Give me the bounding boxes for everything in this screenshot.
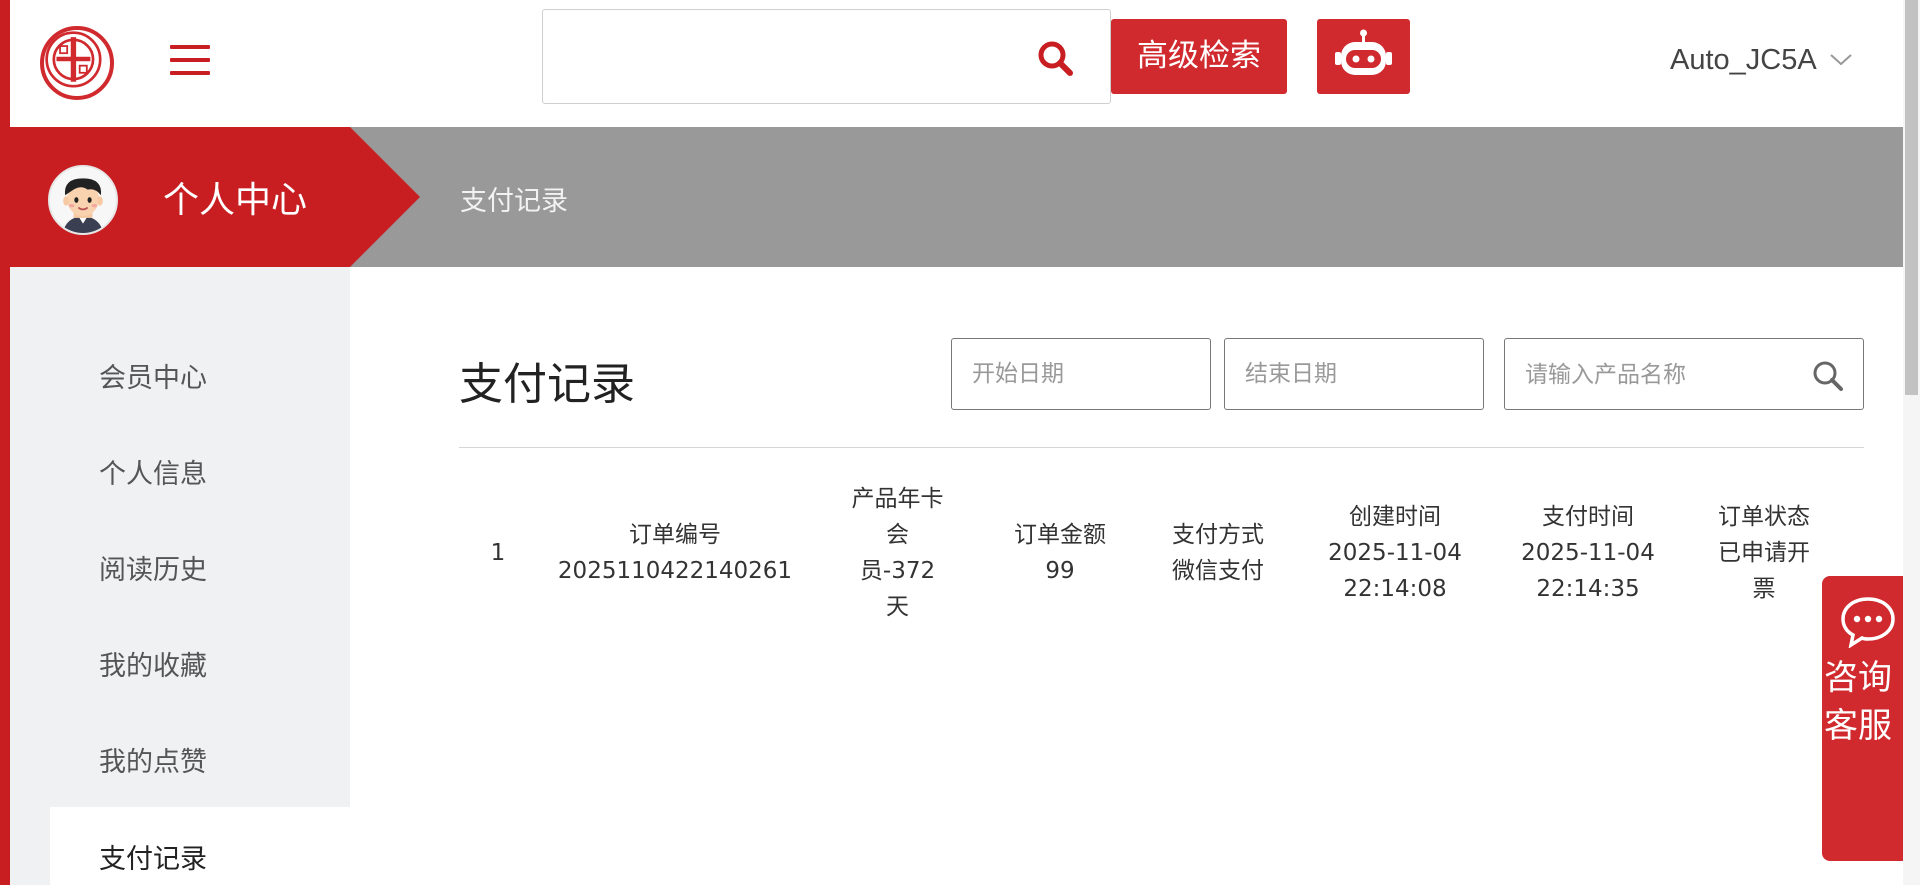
order-number-label: 订单编号 (629, 522, 721, 548)
created-time-value: 22:14:08 (1343, 576, 1447, 602)
profile-banner: 个人中心 支付记录 (10, 127, 1903, 267)
order-number-cell: 订单编号 2025110422140261 (555, 517, 795, 589)
sidebar-item-favorites[interactable]: 我的收藏 (99, 644, 207, 683)
hamburger-menu-icon[interactable] (170, 45, 210, 75)
search-icon[interactable] (1811, 359, 1845, 393)
sidebar: 会员中心 个人信息 阅读历史 我的收藏 我的点赞 支付记录 (10, 267, 350, 885)
created-date-value: 2025-11-04 (1328, 540, 1462, 566)
end-date-input[interactable] (1224, 338, 1484, 410)
product-search-input[interactable] (1525, 355, 1795, 395)
product-cell: 产品年卡 会 员-372 天 (835, 481, 960, 625)
global-search (542, 9, 1111, 104)
sidebar-item-payment-records[interactable]: 支付记录 (50, 807, 350, 885)
search-icon[interactable] (1037, 40, 1075, 78)
order-number-value: 2025110422140261 (557, 558, 793, 584)
created-time-cell: 创建时间 2025-11-04 22:14:08 (1315, 499, 1475, 607)
username: Auto_JC5A (1670, 43, 1817, 76)
content-divider (459, 447, 1864, 448)
customer-service-label: 咨询客服 (1824, 658, 1892, 746)
record-index: 1 (490, 540, 506, 566)
page-title: 支付记录 (459, 359, 635, 410)
order-status-cell: 订单状态 已申请开 票 (1704, 499, 1824, 607)
banner-red-panel: 个人中心 (10, 127, 350, 267)
logo-seal-icon (45, 31, 102, 88)
advanced-search-button[interactable]: 高级检索 (1111, 19, 1287, 94)
product-line: 员-372 (859, 558, 936, 584)
paid-time-cell: 支付时间 2025-11-04 22:14:35 (1508, 499, 1668, 607)
order-status-value: 票 (1752, 576, 1776, 602)
paid-date-value: 2025-11-04 (1521, 540, 1655, 566)
top-header: 高级检索 Auto_JC5A (10, 0, 1903, 127)
global-search-input[interactable] (555, 30, 1025, 86)
banner-arrow (350, 127, 420, 267)
scrollbar-thumb[interactable] (1905, 0, 1918, 395)
amount-cell: 订单金额 99 (1000, 517, 1120, 589)
chat-bubble-icon (1841, 597, 1895, 648)
cartoon-boy-avatar-icon (50, 167, 116, 233)
amount-label: 订单金额 (1014, 522, 1106, 548)
breadcrumb: 支付记录 (460, 186, 568, 217)
chevron-down-icon (1830, 54, 1852, 66)
site-logo[interactable] (40, 26, 114, 100)
sidebar-item-label: 支付记录 (99, 844, 207, 875)
paid-time-value: 22:14:35 (1536, 576, 1640, 602)
paid-time-label: 支付时间 (1542, 504, 1634, 530)
product-line: 天 (886, 594, 909, 620)
ai-assistant-button[interactable] (1317, 19, 1410, 94)
amount-value: 99 (1045, 558, 1075, 584)
product-line: 产品年卡 (851, 486, 944, 512)
banner-title: 个人中心 (163, 180, 308, 221)
sidebar-item-reading-history[interactable]: 阅读历史 (99, 548, 207, 587)
order-status-value: 已申请开 (1718, 540, 1810, 566)
sidebar-item-likes[interactable]: 我的点赞 (99, 740, 207, 779)
order-status-label: 订单状态 (1718, 504, 1810, 530)
product-search (1504, 338, 1864, 410)
left-edge-bar (0, 0, 10, 885)
sidebar-item-member-center[interactable]: 会员中心 (99, 356, 207, 395)
avatar (48, 165, 118, 235)
user-menu[interactable]: Auto_JC5A (1670, 40, 1853, 80)
pay-method-value: 微信支付 (1172, 558, 1264, 584)
pay-method-label: 支付方式 (1172, 522, 1264, 548)
product-line: 会 (886, 522, 909, 548)
start-date-input[interactable] (951, 338, 1211, 410)
robot-icon (1335, 29, 1392, 75)
pay-method-cell: 支付方式 微信支付 (1158, 517, 1278, 589)
created-time-label: 创建时间 (1349, 504, 1441, 530)
sidebar-item-personal-info[interactable]: 个人信息 (99, 452, 207, 491)
